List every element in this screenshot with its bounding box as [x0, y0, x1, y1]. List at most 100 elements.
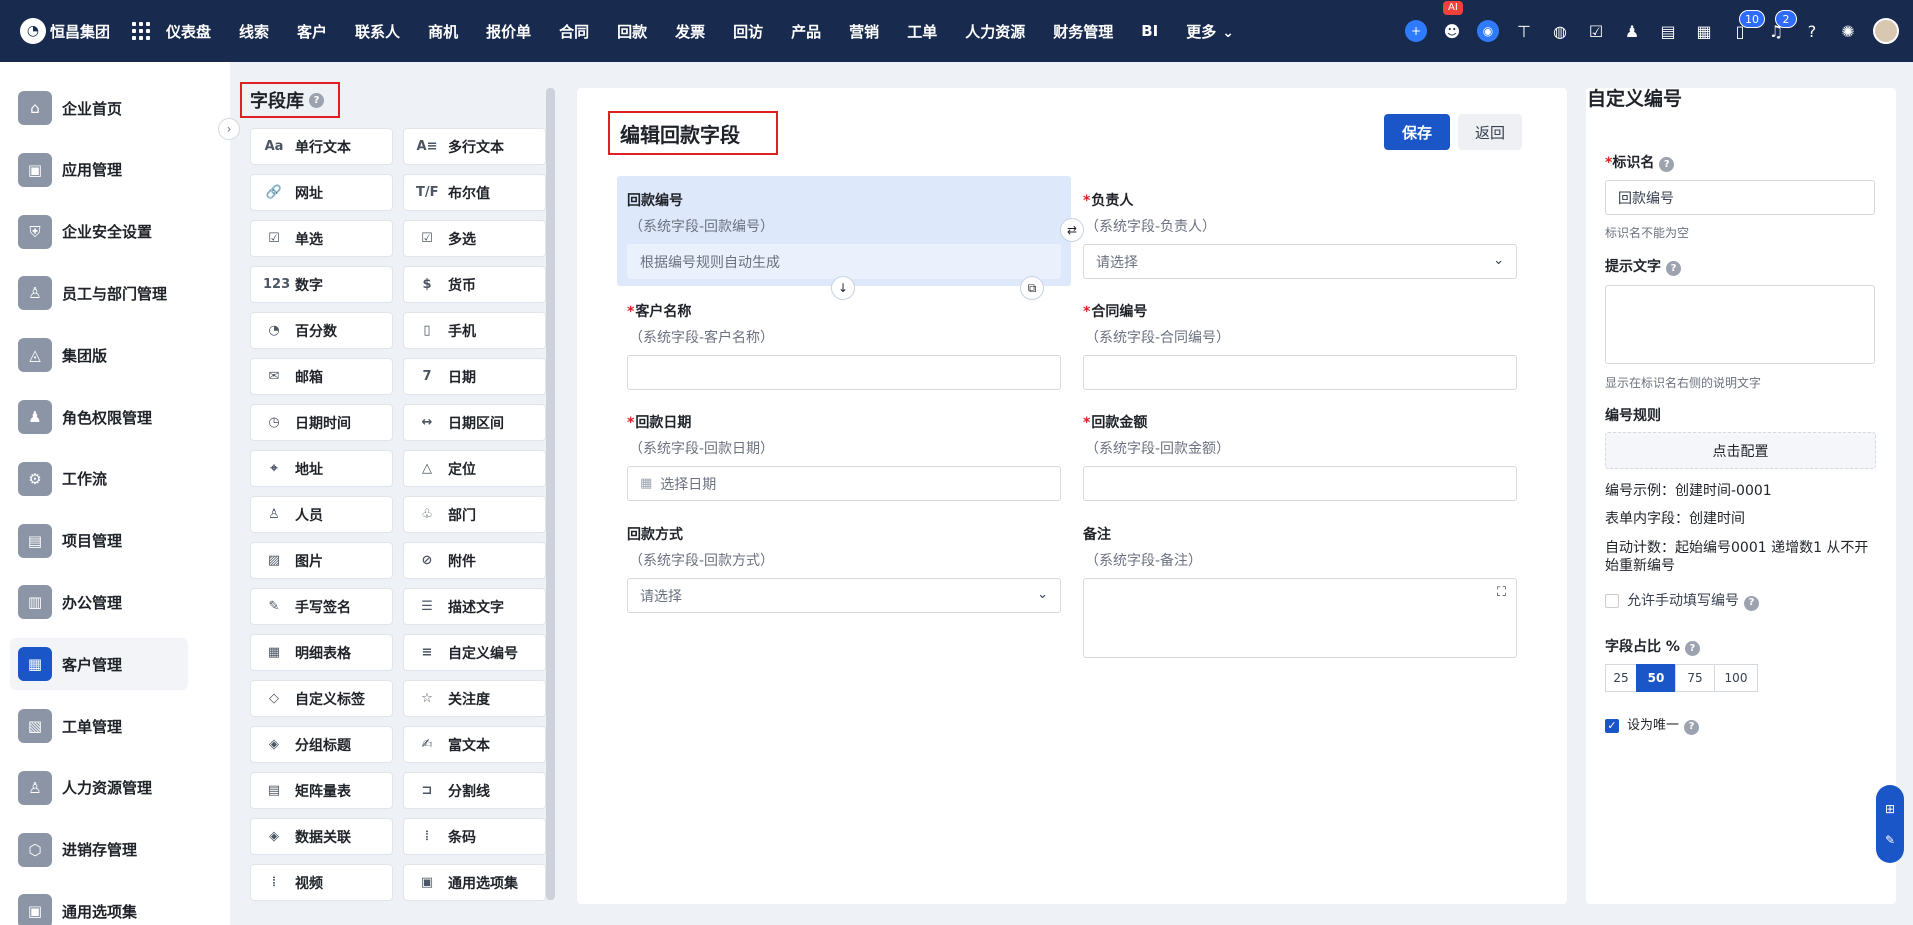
- sidebar-item[interactable]: ◬ 集团版: [10, 329, 188, 381]
- field-type-item[interactable]: ✉ 邮箱: [250, 358, 393, 395]
- collapse-chevron-icon[interactable]: ›: [218, 118, 240, 140]
- allow-manual-checkbox[interactable]: 允许手动填写编号?: [1605, 592, 1877, 611]
- nav-item[interactable]: 回访: [733, 21, 763, 42]
- nav-item[interactable]: 客户: [297, 21, 327, 42]
- field-payment-date[interactable]: *回款日期 （系统字段-回款日期） ▦ 选择日期: [627, 412, 1061, 501]
- settings-gear-icon[interactable]: ✺: [1837, 20, 1859, 42]
- payment-date-picker[interactable]: ▦ 选择日期: [627, 466, 1061, 501]
- nav-item[interactable]: 联系人: [355, 21, 400, 42]
- sidebar-item[interactable]: ⬡ 进销存管理: [10, 824, 188, 876]
- help-icon[interactable]: ?: [1801, 20, 1823, 42]
- bell-icon[interactable]: ♫ 2: [1765, 10, 1797, 42]
- calendar-icon[interactable]: ▦: [1693, 20, 1715, 42]
- field-type-item[interactable]: ◷ 日期时间: [250, 404, 393, 441]
- field-type-item[interactable]: ▨ 图片: [250, 542, 393, 579]
- field-remark[interactable]: 备注 （系统字段-备注） ⛶: [1083, 524, 1517, 658]
- field-type-item[interactable]: ↔ 日期区间: [403, 404, 546, 441]
- nav-item[interactable]: 报价单: [486, 21, 531, 42]
- nav-item[interactable]: 商机: [428, 21, 458, 42]
- field-payment-code[interactable]: 回款编号 （系统字段-回款编号） 根据编号规则自动生成: [627, 190, 1061, 279]
- set-unique-checkbox[interactable]: ✓ 设为唯一?: [1605, 717, 1877, 735]
- owner-select[interactable]: 请选择 ⌄: [1083, 244, 1517, 279]
- field-type-item[interactable]: A≡ 多行文本: [403, 128, 546, 165]
- nav-item[interactable]: 财务管理: [1053, 21, 1113, 42]
- help-icon[interactable]: ?: [1659, 157, 1675, 172]
- nav-item[interactable]: 发票: [675, 21, 705, 42]
- field-type-item[interactable]: 7 日期: [403, 358, 546, 395]
- field-type-item[interactable]: Aa 单行文本: [250, 128, 393, 165]
- task-check-icon[interactable]: ☑: [1585, 20, 1607, 42]
- sidebar-item[interactable]: ⛨ 企业安全设置: [10, 206, 188, 258]
- field-type-item[interactable]: ◇ 自定义标签: [250, 680, 393, 717]
- field-type-item[interactable]: ⊐ 分割线: [403, 772, 546, 809]
- remark-textarea[interactable]: ⛶: [1083, 578, 1517, 658]
- sidebar-item[interactable]: ▦ 客户管理: [10, 638, 188, 691]
- identifier-input[interactable]: 回款编号: [1605, 180, 1875, 215]
- field-type-item[interactable]: ⦙ 视频: [250, 864, 393, 901]
- nav-item[interactable]: 更多: [1186, 21, 1234, 42]
- nav-item[interactable]: 回款: [617, 21, 647, 42]
- nav-item[interactable]: 产品: [791, 21, 821, 42]
- field-type-item[interactable]: ◈ 分组标题: [250, 726, 393, 763]
- payment-amount-input[interactable]: [1083, 466, 1517, 501]
- field-type-item[interactable]: ✍ 富文本: [403, 726, 546, 763]
- sidebar-item[interactable]: ▧ 工单管理: [10, 700, 188, 752]
- apps-grid-icon[interactable]: [132, 22, 150, 40]
- nav-item[interactable]: 仪表盘: [166, 21, 211, 42]
- sidebar-item[interactable]: ▤ 项目管理: [10, 515, 188, 567]
- copy-field-icon[interactable]: ⧉: [1020, 276, 1044, 300]
- help-icon[interactable]: ?: [309, 92, 324, 108]
- field-type-item[interactable]: ☑ 多选: [403, 220, 546, 257]
- help-icon[interactable]: ?: [1744, 595, 1759, 611]
- sidebar-item[interactable]: ⚙ 工作流: [10, 453, 188, 505]
- checked-icon[interactable]: ✓: [1605, 718, 1619, 733]
- field-type-item[interactable]: ☆ 关注度: [403, 680, 546, 717]
- field-type-item[interactable]: ◔ 百分数: [250, 312, 393, 349]
- customer-name-input[interactable]: [627, 355, 1061, 390]
- contract-code-input[interactable]: [1083, 355, 1517, 390]
- sidebar-item[interactable]: ▥ 办公管理: [10, 576, 188, 628]
- ai-assistant-icon[interactable]: ☻ AI: [1441, 1, 1463, 42]
- payment-method-select[interactable]: 请选择 ⌄: [627, 578, 1061, 613]
- add-icon[interactable]: +: [1405, 20, 1427, 42]
- field-owner[interactable]: *负责人 （系统字段-负责人） 请选择 ⌄: [1083, 190, 1517, 279]
- ratio-option[interactable]: 75: [1675, 664, 1715, 692]
- nav-item[interactable]: 线索: [239, 21, 269, 42]
- nav-item[interactable]: 合同: [559, 21, 589, 42]
- ratio-option[interactable]: 50: [1636, 664, 1676, 692]
- back-button[interactable]: 返回: [1458, 114, 1522, 150]
- document-icon[interactable]: ▤: [1657, 20, 1679, 42]
- user-icon[interactable]: ♟: [1621, 20, 1643, 42]
- user-avatar[interactable]: [1873, 18, 1899, 44]
- nav-item[interactable]: 人力资源: [965, 21, 1025, 42]
- field-contract-code[interactable]: *合同编号 （系统字段-合同编号）: [1083, 301, 1517, 390]
- field-type-item[interactable]: △ 定位: [403, 450, 546, 487]
- tip-text-textarea[interactable]: [1605, 285, 1875, 364]
- brand[interactable]: ◔ 恒昌集团: [20, 18, 122, 44]
- field-type-item[interactable]: ⌖ 地址: [250, 450, 393, 487]
- checkbox-icon[interactable]: [1605, 594, 1619, 608]
- move-down-arrow-icon[interactable]: ↓: [831, 276, 855, 300]
- field-customer-name[interactable]: *客户名称 （系统字段-客户名称）: [627, 301, 1061, 390]
- field-type-item[interactable]: $ 货币: [403, 266, 546, 303]
- sidebar-item[interactable]: ♟ 角色权限管理: [10, 391, 188, 443]
- field-type-item[interactable]: ✎ 手写签名: [250, 588, 393, 625]
- field-payment-method[interactable]: 回款方式 （系统字段-回款方式） 请选择 ⌄: [627, 524, 1061, 613]
- help-icon[interactable]: ?: [1684, 719, 1700, 735]
- field-type-item[interactable]: 123 数字: [250, 266, 393, 303]
- help-icon[interactable]: ?: [1684, 641, 1700, 656]
- sidebar-item[interactable]: ♙ 人力资源管理: [10, 762, 188, 814]
- field-type-item[interactable]: ▣ 通用选项集: [403, 864, 546, 901]
- globe-icon[interactable]: ◍: [1549, 20, 1571, 42]
- sidebar-item[interactable]: ▣ 应用管理: [10, 144, 188, 196]
- sidebar-item[interactable]: ♙ 员工与部门管理: [10, 267, 188, 319]
- field-type-item[interactable]: ☑ 单选: [250, 220, 393, 257]
- field-type-item[interactable]: ◈ 数据关联: [250, 818, 393, 855]
- ratio-option[interactable]: 100: [1714, 664, 1758, 692]
- field-type-item[interactable]: ♧ 部门: [403, 496, 546, 533]
- field-type-item[interactable]: 🔗 网址: [250, 174, 393, 211]
- swap-arrows-icon[interactable]: ⇄: [1060, 218, 1084, 242]
- sidebar-item[interactable]: ⌂ 企业首页: [10, 82, 188, 134]
- nav-item[interactable]: BI: [1141, 22, 1158, 40]
- nav-item[interactable]: 工单: [907, 21, 937, 42]
